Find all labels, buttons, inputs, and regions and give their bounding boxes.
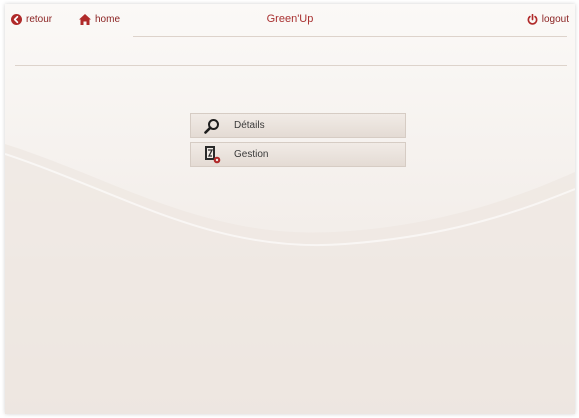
- logout-label: logout: [541, 14, 569, 25]
- manage-document-icon: [202, 145, 222, 165]
- power-icon: [527, 14, 538, 25]
- app-frame: retour home Green'Up logout Détails Gest…: [5, 4, 575, 414]
- details-label: Détails: [234, 120, 265, 131]
- header-divider: [133, 36, 567, 37]
- gestion-button[interactable]: Gestion: [190, 142, 406, 167]
- logout-link[interactable]: logout: [527, 14, 569, 25]
- section-divider: [15, 65, 567, 66]
- details-button[interactable]: Détails: [190, 113, 406, 138]
- gestion-label: Gestion: [234, 149, 269, 160]
- top-bar: retour home Green'Up logout: [5, 4, 575, 36]
- search-icon: [202, 116, 222, 136]
- page-title: Green'Up: [266, 13, 314, 25]
- main-menu: Détails Gestion: [190, 113, 406, 171]
